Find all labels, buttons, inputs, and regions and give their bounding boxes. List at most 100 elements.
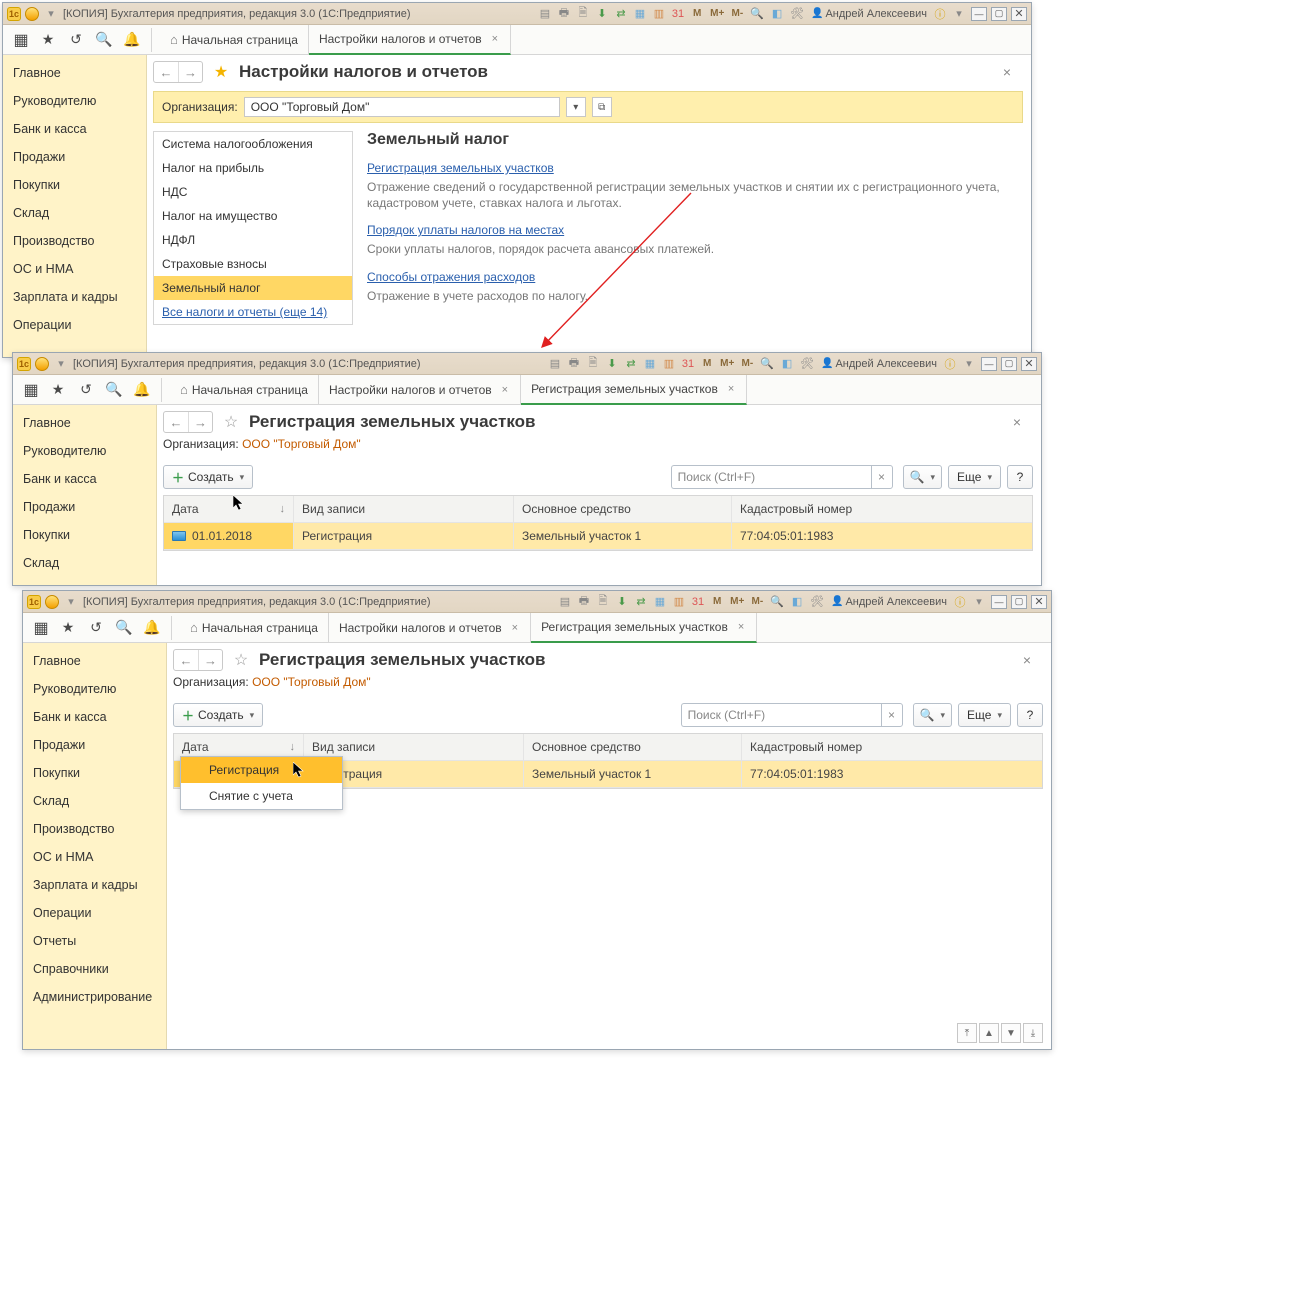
back-button[interactable]: ← [154, 62, 178, 82]
scroll-bottom-button[interactable]: ⤓ [1023, 1023, 1043, 1043]
sidebar-item[interactable]: Администрирование [23, 983, 166, 1011]
page-close-icon[interactable]: × [1009, 414, 1025, 430]
doc-icon[interactable]: 🗎 [575, 6, 591, 22]
favorite-star-icon[interactable]: ★ [211, 62, 231, 82]
sidebar-item[interactable]: Склад [23, 787, 166, 815]
info-icon[interactable]: ⓘ [932, 6, 948, 22]
org-value[interactable]: ООО "Торговый Дом" [252, 675, 371, 689]
sidebar-item[interactable]: Главное [3, 59, 146, 87]
favorite-icon[interactable]: ★ [57, 617, 79, 639]
clear-search-button[interactable]: × [871, 465, 893, 489]
list-item[interactable]: Налог на имущество [154, 204, 352, 228]
calendar-icon[interactable]: ▥ [661, 356, 677, 372]
list-item[interactable]: Налог на прибыль [154, 156, 352, 180]
m-button[interactable]: M [699, 356, 715, 372]
forward-button[interactable]: → [198, 650, 222, 670]
tab-close-icon[interactable]: × [736, 621, 746, 633]
sidebar-item[interactable]: Банк и касса [23, 703, 166, 731]
favorite-icon[interactable]: ★ [47, 379, 69, 401]
compare-icon[interactable]: ⇄ [623, 356, 639, 372]
info-drop-icon[interactable]: ▾ [951, 6, 967, 22]
sidebar-item[interactable]: Покупки [13, 521, 156, 549]
calc-icon[interactable]: ▦ [652, 594, 668, 610]
sidebar-item[interactable]: ОС и НМА [3, 255, 146, 283]
notifications-icon[interactable]: 🔔 [121, 29, 143, 51]
mminus-button[interactable]: M- [739, 356, 755, 372]
history-icon[interactable]: ↺ [75, 379, 97, 401]
compare-icon[interactable]: ⇄ [633, 594, 649, 610]
calc-icon[interactable]: ▦ [632, 6, 648, 22]
sidebar-item[interactable]: Производство [23, 815, 166, 843]
link-payment-order[interactable]: Порядок уплаты налогов на местах [367, 223, 564, 237]
info-icon[interactable]: ⓘ [952, 594, 968, 610]
apps-icon[interactable]: ▦ [29, 617, 51, 639]
back-button[interactable]: ← [174, 650, 198, 670]
list-item[interactable]: НДФЛ [154, 228, 352, 252]
calendar-icon[interactable]: ▥ [671, 594, 687, 610]
sidebar-item[interactable]: Руководителю [3, 87, 146, 115]
tools-icon[interactable]: 🛠 [798, 356, 816, 372]
history-icon[interactable]: ↺ [65, 29, 87, 51]
print-icon[interactable]: 🖶 [566, 356, 582, 372]
tool-icon[interactable]: ▤ [557, 594, 573, 610]
search-input[interactable]: Поиск (Ctrl+F) [681, 703, 881, 727]
panel-icon[interactable]: ◧ [769, 6, 785, 22]
tab-home[interactable]: ⌂ Начальная страница [160, 25, 309, 55]
sidebar-item[interactable]: Склад [3, 199, 146, 227]
panel-icon[interactable]: ◧ [789, 594, 805, 610]
tab-close-icon[interactable]: × [500, 384, 510, 396]
col-type[interactable]: Вид записи [294, 496, 514, 523]
help-button[interactable]: ? [1007, 465, 1033, 489]
forward-button[interactable]: → [188, 412, 212, 432]
print-icon[interactable]: 🖶 [576, 594, 592, 610]
col-cadastral[interactable]: Кадастровый номер [742, 734, 1042, 761]
search-icon[interactable]: 🔍 [113, 617, 135, 639]
sidebar-item[interactable]: Главное [13, 409, 156, 437]
sidebar-item[interactable]: Покупки [23, 759, 166, 787]
link-expense-methods[interactable]: Способы отражения расходов [367, 270, 535, 284]
calendar-icon[interactable]: ▥ [651, 6, 667, 22]
info-drop-icon[interactable]: ▾ [961, 356, 977, 372]
search-input[interactable]: Поиск (Ctrl+F) [671, 465, 871, 489]
favorite-star-icon[interactable]: ☆ [231, 650, 251, 670]
date-icon[interactable]: 31 [690, 594, 706, 610]
dropdown-icon[interactable]: ▾ [53, 356, 69, 372]
mplus-button[interactable]: M+ [728, 594, 746, 610]
forward-button[interactable]: → [178, 62, 202, 82]
sidebar-item[interactable]: Банк и касса [3, 115, 146, 143]
close-button[interactable]: ✕ [1021, 357, 1037, 371]
sidebar-item[interactable]: Продажи [3, 143, 146, 171]
list-item[interactable]: Система налогообложения [154, 132, 352, 156]
page-close-icon[interactable]: × [999, 64, 1015, 80]
save-icon[interactable]: ⬇ [604, 356, 620, 372]
minimize-button[interactable]: — [981, 357, 997, 371]
sidebar-item[interactable]: Зарплата и кадры [23, 871, 166, 899]
list-item[interactable]: Страховые взносы [154, 252, 352, 276]
list-item[interactable]: НДС [154, 180, 352, 204]
scroll-top-button[interactable]: ⤒ [957, 1023, 977, 1043]
info-icon[interactable]: ⓘ [942, 356, 958, 372]
tab-land-registration[interactable]: Регистрация земельных участков × [521, 375, 747, 405]
favorite-icon[interactable]: ★ [37, 29, 59, 51]
tab-tax-settings[interactable]: Настройки налогов и отчетов × [309, 25, 511, 55]
scroll-down-button[interactable]: ▼ [1001, 1023, 1021, 1043]
user-chip[interactable]: 👤Андрей Алексеевич [819, 356, 939, 372]
dropdown-icon[interactable]: ▾ [63, 594, 79, 610]
link-land-registration[interactable]: Регистрация земельных участков [367, 161, 554, 175]
notifications-icon[interactable]: 🔔 [141, 617, 163, 639]
create-button[interactable]: ＋ Создать ▾ [173, 703, 263, 727]
search-icon[interactable]: 🔍 [103, 379, 125, 401]
minimize-button[interactable]: — [991, 595, 1007, 609]
dropdown-item-deregistration[interactable]: Снятие с учета [181, 783, 342, 809]
col-asset[interactable]: Основное средство [524, 734, 742, 761]
dropdown-icon[interactable]: ▾ [43, 6, 59, 22]
sidebar-item[interactable]: Продажи [13, 493, 156, 521]
sidebar-item[interactable]: Отчеты [23, 927, 166, 955]
clear-search-button[interactable]: × [881, 703, 903, 727]
doc-icon[interactable]: 🗎 [595, 594, 611, 610]
sidebar-item[interactable]: Покупки [3, 171, 146, 199]
mplus-button[interactable]: M+ [708, 6, 726, 22]
apps-icon[interactable]: ▦ [19, 379, 41, 401]
tab-home[interactable]: ⌂ Начальная страница [170, 375, 319, 405]
back-button[interactable]: ← [164, 412, 188, 432]
